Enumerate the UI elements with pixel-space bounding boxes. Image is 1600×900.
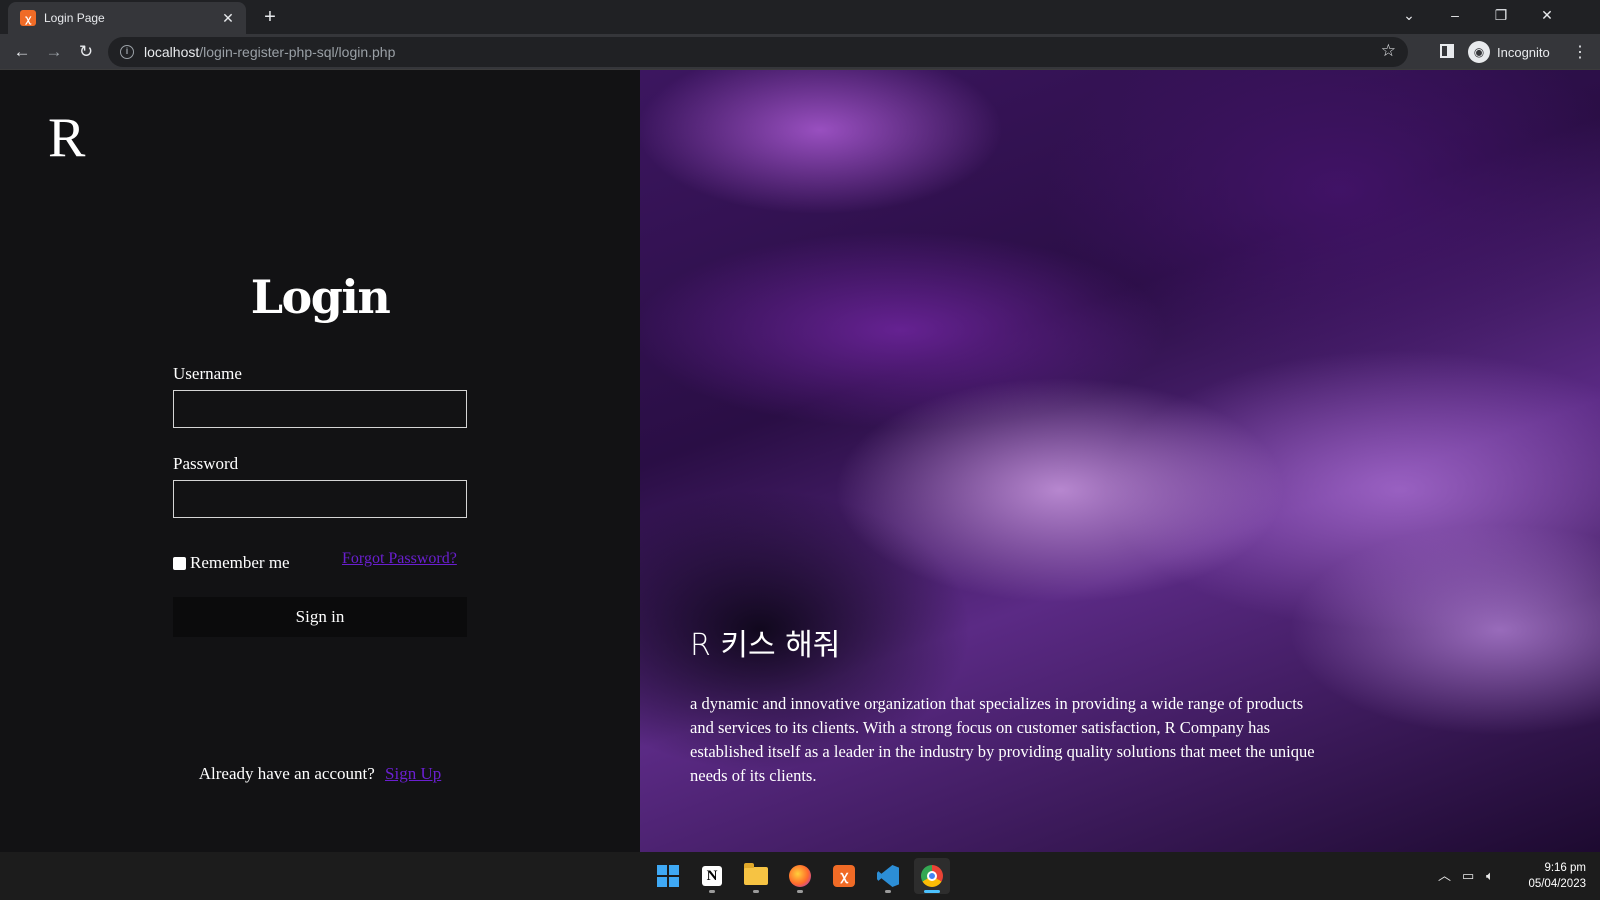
info-icon[interactable]: i [120,45,134,59]
incognito-icon: ◉ [1468,41,1490,63]
clock-date: 05/04/2023 [1528,878,1586,890]
taskbar-xampp[interactable]: ꭓ [826,858,862,894]
taskbar-file-explorer[interactable] [738,858,774,894]
tab-login-page[interactable]: ꭓ Login Page ✕ [8,2,246,34]
page-title: Login [250,270,391,324]
close-icon[interactable]: ✕ [220,10,236,27]
password-label: Password [173,454,239,473]
clock-time: 9:16 pm [1544,862,1586,874]
sign-in-button[interactable]: Sign in [173,597,467,637]
taskbar-notion[interactable]: N [694,858,730,894]
forward-icon[interactable]: → [40,38,68,66]
windows-logo-icon [657,865,679,887]
folder-icon [744,863,768,885]
profile-label: Incognito [1497,44,1550,60]
xampp-icon: ꭓ [833,865,855,887]
brand-logo: R [48,107,86,169]
remember-me-checkbox[interactable] [173,557,186,570]
remember-me-label: Remember me [190,553,290,572]
tab-title: Login Page [44,11,105,25]
reload-icon[interactable]: ↻ [72,38,100,66]
system-clock[interactable]: 9:16 pm 05/04/2023 [1516,860,1586,892]
menu-kebab-icon[interactable]: ⋮ [1572,42,1588,62]
bookmark-star-icon[interactable]: ☆ [1381,41,1396,61]
forgot-password-link[interactable]: Forgot Password? [342,550,457,568]
restore-icon[interactable]: ❐ [1478,0,1524,30]
show-hidden-icons-chevron-icon[interactable]: ︿ [1438,852,1451,900]
account-prompt-text: Already have an account? [198,764,375,783]
hero-description: a dynamic and innovative organization th… [690,694,1315,785]
back-icon[interactable]: ← [8,38,36,66]
url-host: localhost [144,44,200,60]
page-viewport: R Login Username Password Remember me Fo… [0,70,1600,852]
firefox-icon [789,865,811,887]
network-icon[interactable]: ▭ [1462,852,1474,900]
username-label: Username [173,364,242,383]
signup-prompt: Already have an account? Sign Up [0,764,640,784]
browser-tabstrip: ꭓ Login Page ✕ + ⌄ – ❐ ✕ [0,0,1600,34]
taskbar-vscode[interactable] [870,858,906,894]
username-input[interactable] [173,390,467,428]
login-panel: R Login Username Password Remember me Fo… [0,70,640,852]
browser-toolbar: ← → ↻ i localhost /login-register-php-sq… [0,34,1600,70]
password-input[interactable] [173,480,467,518]
taskbar-chrome[interactable] [914,858,950,894]
volume-icon[interactable]: 🔈︎ [1486,852,1494,900]
start-button[interactable] [650,858,686,894]
taskbar-firefox[interactable] [782,858,818,894]
incognito-profile-button[interactable]: ◉ Incognito [1468,39,1560,65]
tab-search-icon[interactable]: ⌄ [1386,0,1432,30]
minimize-icon[interactable]: – [1432,0,1478,30]
new-tab-icon[interactable]: + [258,5,282,29]
chrome-icon [921,865,943,887]
sign-up-link[interactable]: Sign Up [385,764,441,783]
windows-taskbar: N ꭓ ︿ ▭ 🔈︎ 9:16 pm 05/04/2023 [0,852,1600,900]
window-close-icon[interactable]: ✕ [1524,0,1570,30]
vscode-icon [877,865,899,887]
hero-image-panel: R 키스 해줘 a dynamic and innovative organiz… [640,70,1600,852]
notion-icon: N [702,866,722,886]
xampp-icon: ꭓ [20,10,36,26]
address-bar[interactable]: i localhost /login-register-php-sql/logi… [108,37,1408,67]
side-panel-icon[interactable] [1440,44,1454,58]
url-path: /login-register-php-sql/login.php [199,44,396,60]
hero-title: R 키스 해줘 [690,628,841,663]
